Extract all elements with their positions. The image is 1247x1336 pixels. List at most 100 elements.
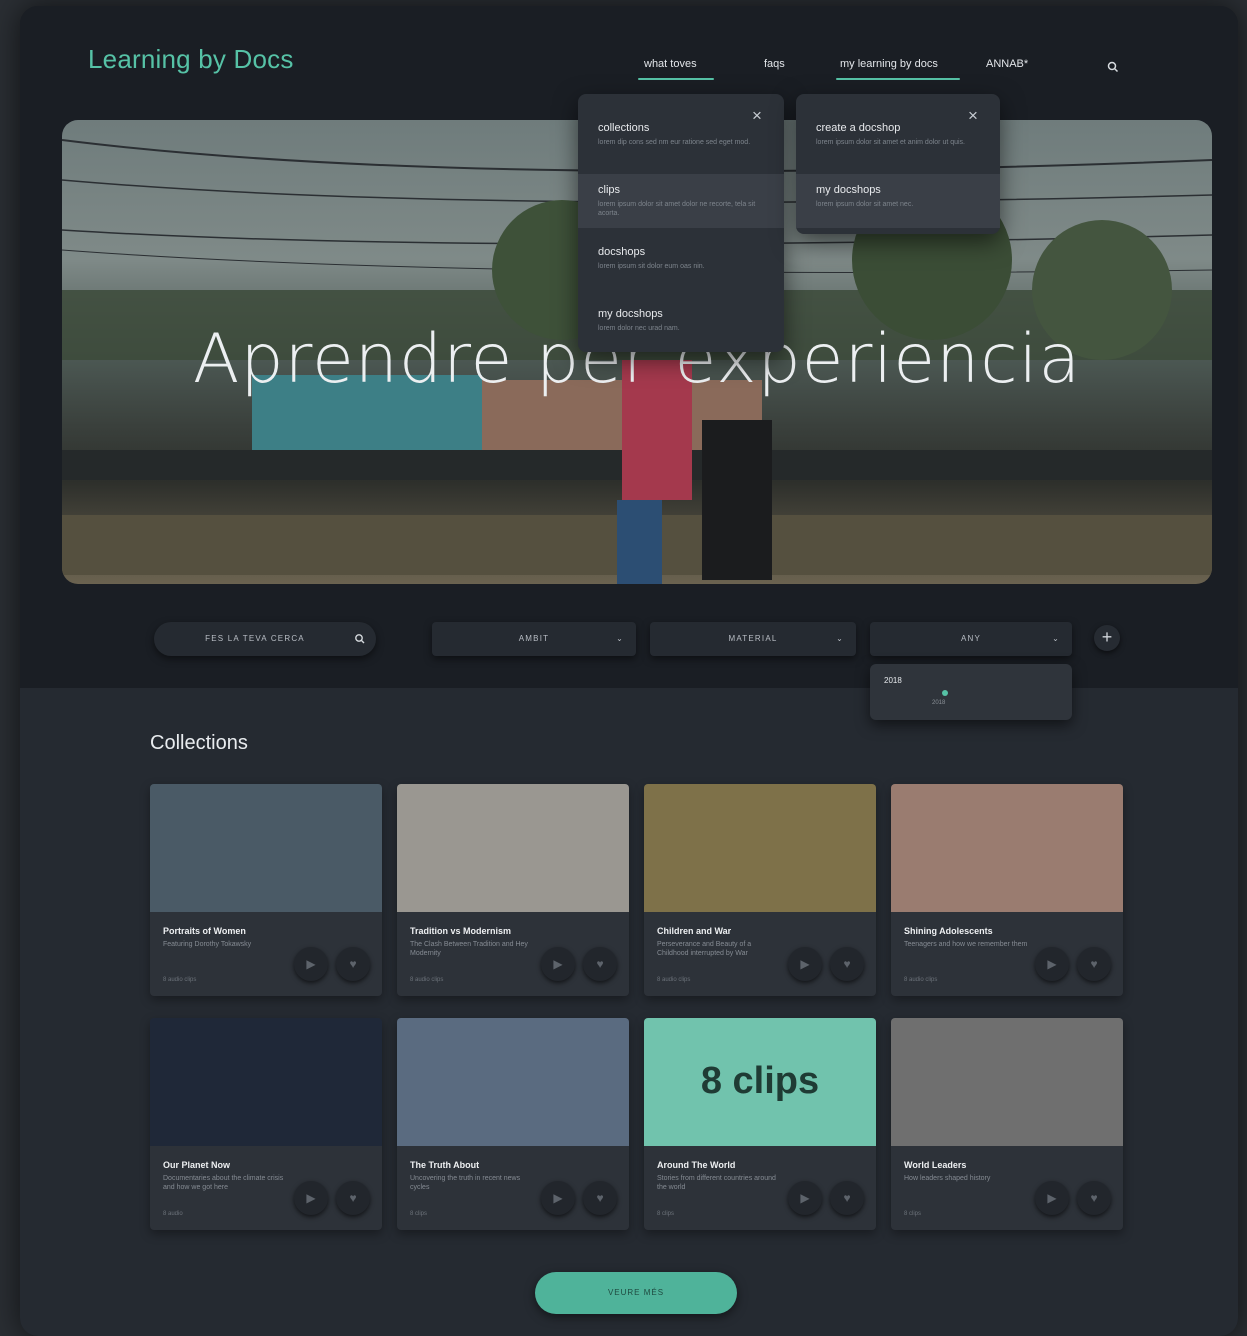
collection-card-shining-adolescents[interactable]: Shining Adolescents Teenagers and how we … xyxy=(891,784,1123,996)
card-meta: 8 audio clips xyxy=(163,977,197,983)
card-description: The Clash Between Tradition and Hey Mode… xyxy=(410,941,528,957)
play-button[interactable]: ▶ xyxy=(294,1181,328,1215)
material-select[interactable]: MATERIAL ⌄ xyxy=(650,622,856,656)
play-button[interactable]: ▶ xyxy=(541,947,575,981)
collection-card-children-and-war[interactable]: Children and War Perseverance and Beauty … xyxy=(644,784,876,996)
card-meta: 8 audio clips xyxy=(657,977,691,983)
year-slider-value: 2018 xyxy=(932,700,946,706)
menu-item-clips[interactable]: clips lorem ipsum dolor sit amet dolor n… xyxy=(578,174,784,228)
menu-item-desc: lorem dip cons sed nm eur ratione sed eg… xyxy=(598,139,751,146)
card-description: Teenagers and how we remember them xyxy=(904,941,1028,948)
card-description: Featuring Dorothy Tokawsky xyxy=(163,941,252,948)
play-button[interactable]: ▶ xyxy=(1035,947,1069,981)
like-button[interactable]: ♥ xyxy=(583,1181,617,1215)
card-meta: 8 audio clips xyxy=(904,977,938,983)
card-title: The Truth About xyxy=(410,1160,480,1170)
menu-item-docshops[interactable]: docshops lorem ipsum sit dolor eum oas n… xyxy=(578,236,784,290)
card-title: Our Planet Now xyxy=(163,1160,231,1170)
select-label: MATERIAL xyxy=(728,634,778,643)
chevron-down-icon: ⌄ xyxy=(616,634,624,643)
collections-title: Collections xyxy=(150,732,248,754)
search-icon[interactable] xyxy=(1106,60,1120,74)
menu-item-desc: lorem ipsum dolor sit amet nec. xyxy=(816,201,914,208)
collection-card-tradition-vs-modernism[interactable]: Tradition vs Modernism The Clash Between … xyxy=(397,784,629,996)
like-button[interactable]: ♥ xyxy=(336,1181,370,1215)
nav-active-indicator xyxy=(836,78,960,80)
chevron-down-icon: ⌄ xyxy=(1052,634,1060,643)
card-title: Children and War xyxy=(657,926,732,936)
add-filter-button[interactable]: + xyxy=(1094,625,1120,651)
card-title: Tradition vs Modernism xyxy=(410,926,512,936)
card-meta: 8 clips xyxy=(410,1211,428,1217)
menu-item-title: clips xyxy=(598,184,621,196)
play-button[interactable]: ▶ xyxy=(294,947,328,981)
thumbnail-overlay-text: 8 clips xyxy=(700,1060,820,1102)
select-label: AMBIT xyxy=(518,634,550,643)
search-placeholder: FES LA TEVA CERCA xyxy=(205,634,305,643)
like-button[interactable]: ♥ xyxy=(336,947,370,981)
menu-dropdown-left: × collections lorem dip cons sed nm eur … xyxy=(578,94,784,352)
like-button[interactable]: ♥ xyxy=(583,947,617,981)
play-button[interactable]: ▶ xyxy=(541,1181,575,1215)
nav-active-indicator xyxy=(638,78,714,80)
collection-card-portraits-of-women[interactable]: Portraits of Women Featuring Dorothy Toka… xyxy=(150,784,382,996)
menu-item-my-docshops[interactable]: my docshops lorem dolor nec urad nam. xyxy=(578,298,784,352)
menu-item-desc: lorem ipsum sit dolor eum oas nin. xyxy=(598,263,705,270)
nav-item-what-toves[interactable]: what toves xyxy=(644,58,697,70)
menu-item-title: my docshops xyxy=(598,308,663,320)
menu-item-collections[interactable]: collections lorem dip cons sed nm eur ra… xyxy=(578,112,784,166)
card-meta: 8 clips xyxy=(657,1211,675,1217)
year-slider-handle[interactable] xyxy=(942,690,948,696)
see-more-button[interactable]: VEURE MÉS xyxy=(535,1272,737,1314)
like-button[interactable]: ♥ xyxy=(1077,1181,1111,1215)
card-description: Uncovering the truth in recent news cycl… xyxy=(410,1175,521,1191)
app-window: Learning by Docs what toves faqs my lear… xyxy=(20,6,1238,1336)
select-label: ANY xyxy=(960,634,982,643)
card-thumbnail[interactable] xyxy=(891,784,1123,912)
collection-card-the-truth-about[interactable]: The Truth About Uncovering the truth in r… xyxy=(397,1018,629,1230)
collection-card-around-the-world[interactable]: 8 clips Around The World Stories from diff… xyxy=(644,1018,876,1230)
play-button[interactable]: ▶ xyxy=(1035,1181,1069,1215)
menu-item-title: collections xyxy=(598,122,650,134)
card-thumbnail[interactable] xyxy=(150,1018,382,1146)
collection-card-world-leaders[interactable]: World Leaders How leaders shaped history 8… xyxy=(891,1018,1123,1230)
menu-item-desc: lorem ipsum dolor sit amet et anim dolor… xyxy=(816,139,966,146)
menu-item-title: docshops xyxy=(598,246,646,258)
year-range-popup: 2018 2018 xyxy=(870,664,1072,720)
year-select[interactable]: ANY ⌄ xyxy=(870,622,1072,656)
card-title: Around The World xyxy=(657,1160,736,1170)
chevron-down-icon: ⌄ xyxy=(836,634,844,643)
like-button[interactable]: ♥ xyxy=(830,1181,864,1215)
search-input[interactable]: FES LA TEVA CERCA xyxy=(154,622,376,656)
logo[interactable]: Learning by Docs xyxy=(88,44,294,75)
card-thumbnail[interactable] xyxy=(644,784,876,912)
card-thumbnail[interactable] xyxy=(891,1018,1123,1146)
card-thumbnail[interactable] xyxy=(150,784,382,912)
nav-item-my-learning[interactable]: my learning by docs xyxy=(840,58,938,70)
card-thumbnail[interactable] xyxy=(397,1018,629,1146)
card-description: How leaders shaped history xyxy=(904,1175,991,1182)
card-title: World Leaders xyxy=(904,1160,967,1170)
card-title: Shining Adolescents xyxy=(904,926,993,936)
card-meta: 8 clips xyxy=(904,1211,922,1217)
collection-card-our-planet-now[interactable]: Our Planet Now Documentaries about the cl… xyxy=(150,1018,382,1230)
card-title: Portraits of Women xyxy=(163,926,246,936)
like-button[interactable]: ♥ xyxy=(1077,947,1111,981)
year-popup-label: 2018 xyxy=(884,676,902,685)
search-icon[interactable] xyxy=(354,633,366,645)
card-meta: 8 audio clips xyxy=(410,977,444,983)
nav-item-user[interactable]: ANNAB* xyxy=(986,58,1028,70)
nav-item-faqs[interactable]: faqs xyxy=(764,58,785,70)
ambit-select[interactable]: AMBIT ⌄ xyxy=(432,622,636,656)
menu-item-title: create a docshop xyxy=(816,122,901,134)
menu-item-create-docshop[interactable]: create a docshop lorem ipsum dolor sit a… xyxy=(796,112,1000,166)
menu-dropdown-right: × create a docshop lorem ipsum dolor sit… xyxy=(796,94,1000,234)
menu-item-title: my docshops xyxy=(816,184,881,196)
card-description: Stories from different countries around … xyxy=(657,1175,776,1191)
card-meta: 8 audio xyxy=(163,1211,183,1217)
like-button[interactable]: ♥ xyxy=(830,947,864,981)
play-button[interactable]: ▶ xyxy=(788,1181,822,1215)
menu-item-my-docshops-right[interactable]: my docshops lorem ipsum dolor sit amet n… xyxy=(796,174,1000,228)
play-button[interactable]: ▶ xyxy=(788,947,822,981)
card-thumbnail[interactable] xyxy=(397,784,629,912)
